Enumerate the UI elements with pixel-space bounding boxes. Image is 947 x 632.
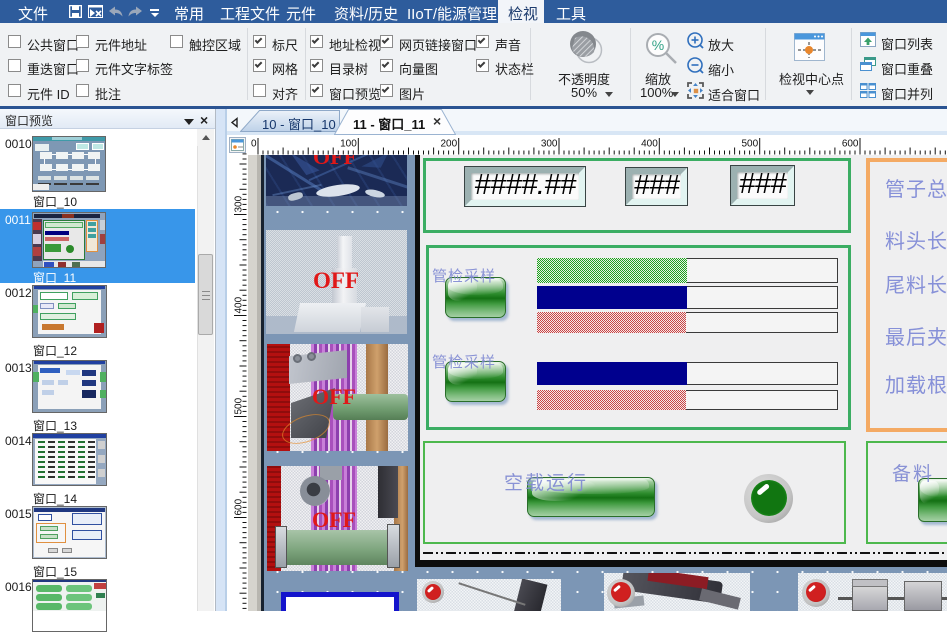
svg-text:400: 400: [234, 296, 245, 313]
svg-text:0: 0: [251, 139, 257, 150]
svg-text:200: 200: [441, 139, 458, 150]
svg-text:300: 300: [541, 139, 558, 150]
svg-text:600: 600: [234, 498, 245, 515]
svg-text:300: 300: [234, 195, 245, 212]
svg-text:400: 400: [641, 139, 658, 150]
svg-text:500: 500: [742, 139, 759, 150]
svg-text:500: 500: [234, 397, 245, 414]
svg-text:600: 600: [842, 139, 859, 150]
svg-text:%: %: [652, 37, 664, 53]
svg-text:100: 100: [340, 139, 357, 150]
